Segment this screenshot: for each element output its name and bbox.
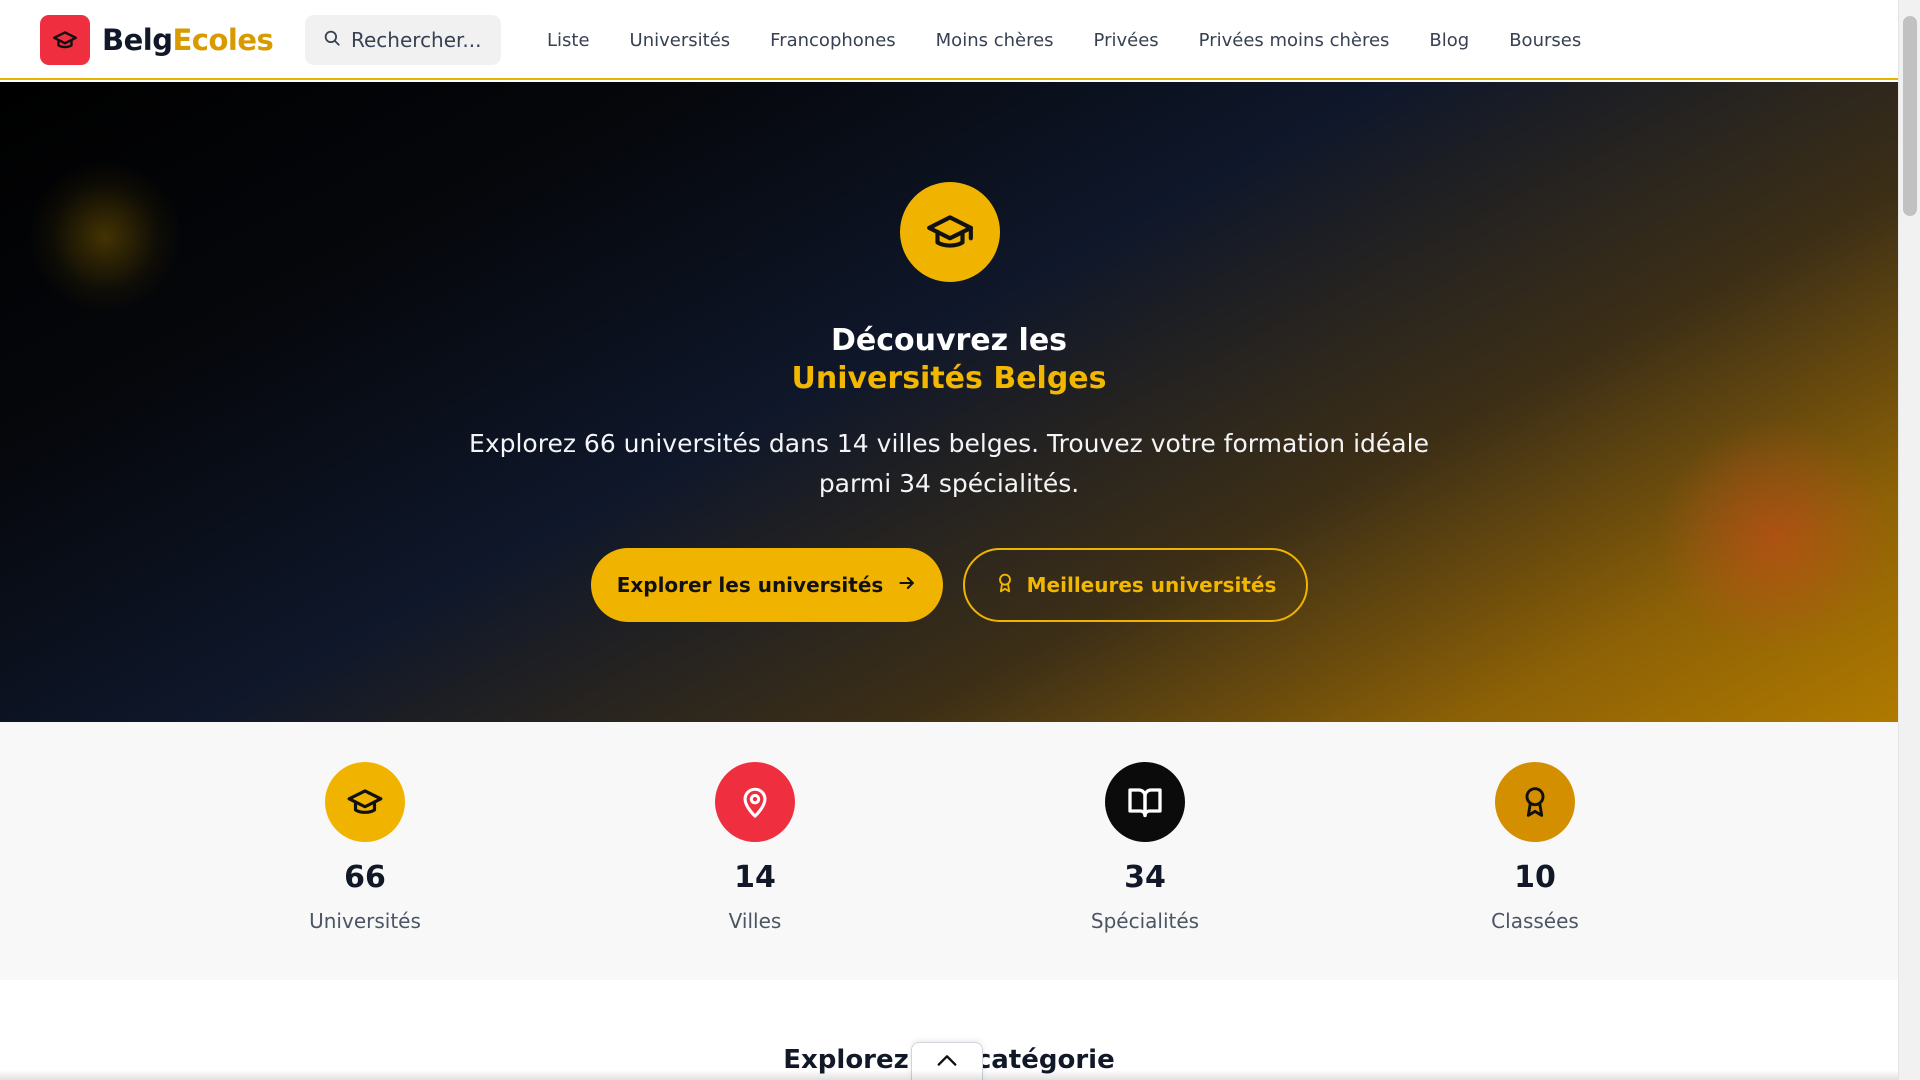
- search-icon: [323, 29, 341, 51]
- search-placeholder: Rechercher...: [351, 28, 482, 52]
- nav-item-bourses[interactable]: Bourses: [1509, 30, 1581, 51]
- stat-villes: 14 Villes: [625, 722, 885, 934]
- hero-glow-left: [30, 162, 180, 312]
- nav-item-blog[interactable]: Blog: [1429, 30, 1469, 51]
- stat-value: 34: [1124, 860, 1166, 895]
- stat-classees: 10 Classées: [1405, 722, 1665, 934]
- stats-section: 66 Universités 14 Villes 34 Spécialités …: [0, 722, 1898, 980]
- nav-item-francophones[interactable]: Francophones: [770, 30, 896, 51]
- hero-section: Découvrez les Universités Belges Explore…: [0, 82, 1898, 722]
- stat-value: 14: [734, 860, 776, 895]
- site-header: BelgEcoles Rechercher... Liste Universit…: [0, 0, 1898, 80]
- nav-item-liste[interactable]: Liste: [547, 30, 590, 51]
- hero-title-line2: Universités Belges: [791, 361, 1107, 396]
- graduation-cap-icon: [325, 762, 405, 842]
- graduation-cap-icon: [900, 182, 1000, 282]
- graduation-cap-icon: [40, 15, 90, 65]
- award-icon: [995, 572, 1015, 599]
- stat-value: 10: [1514, 860, 1556, 895]
- search-input[interactable]: Rechercher...: [305, 15, 501, 65]
- best-universities-label: Meilleures universités: [1026, 573, 1277, 597]
- explore-universities-label: Explorer les universités: [616, 573, 884, 597]
- stat-universites: 66 Universités: [235, 722, 495, 934]
- nav-item-moins-cheres[interactable]: Moins chères: [936, 30, 1054, 51]
- main-nav: Liste Universités Francophones Moins chè…: [547, 0, 1581, 80]
- arrow-right-icon: [897, 573, 917, 598]
- hero-subtitle: Explorez 66 universités dans 14 villes b…: [469, 429, 1429, 498]
- best-universities-button[interactable]: Meilleures universités: [963, 548, 1308, 622]
- nav-item-privees[interactable]: Privées: [1094, 30, 1159, 51]
- hero-glow-right: [1660, 422, 1890, 652]
- nav-item-privees-moins-cheres[interactable]: Privées moins chères: [1199, 30, 1390, 51]
- bottom-shadow: [0, 1070, 1898, 1080]
- chevron-up-icon: [936, 1052, 958, 1071]
- award-icon: [1495, 762, 1575, 842]
- stat-label: Classées: [1491, 909, 1579, 933]
- explore-universities-button[interactable]: Explorer les universités: [591, 548, 943, 622]
- hero-title-line1: Découvrez les: [830, 323, 1068, 358]
- stat-label: Villes: [728, 909, 782, 933]
- stat-value: 66: [344, 860, 386, 895]
- stat-specialites: 34 Spécialités: [1015, 722, 1275, 934]
- stat-label: Universités: [309, 909, 421, 933]
- logo-text: BelgEcoles: [102, 23, 274, 57]
- scrollbar-thumb[interactable]: [1903, 16, 1917, 216]
- nav-item-universites[interactable]: Universités: [630, 30, 731, 51]
- page-scrollbar[interactable]: [1898, 0, 1920, 1080]
- logo-text-part2: Ecoles: [172, 23, 274, 57]
- book-open-icon: [1105, 762, 1185, 842]
- map-pin-icon: [715, 762, 795, 842]
- site-logo[interactable]: BelgEcoles: [40, 15, 274, 65]
- logo-text-part1: Belg: [102, 23, 173, 57]
- stat-label: Spécialités: [1090, 909, 1200, 933]
